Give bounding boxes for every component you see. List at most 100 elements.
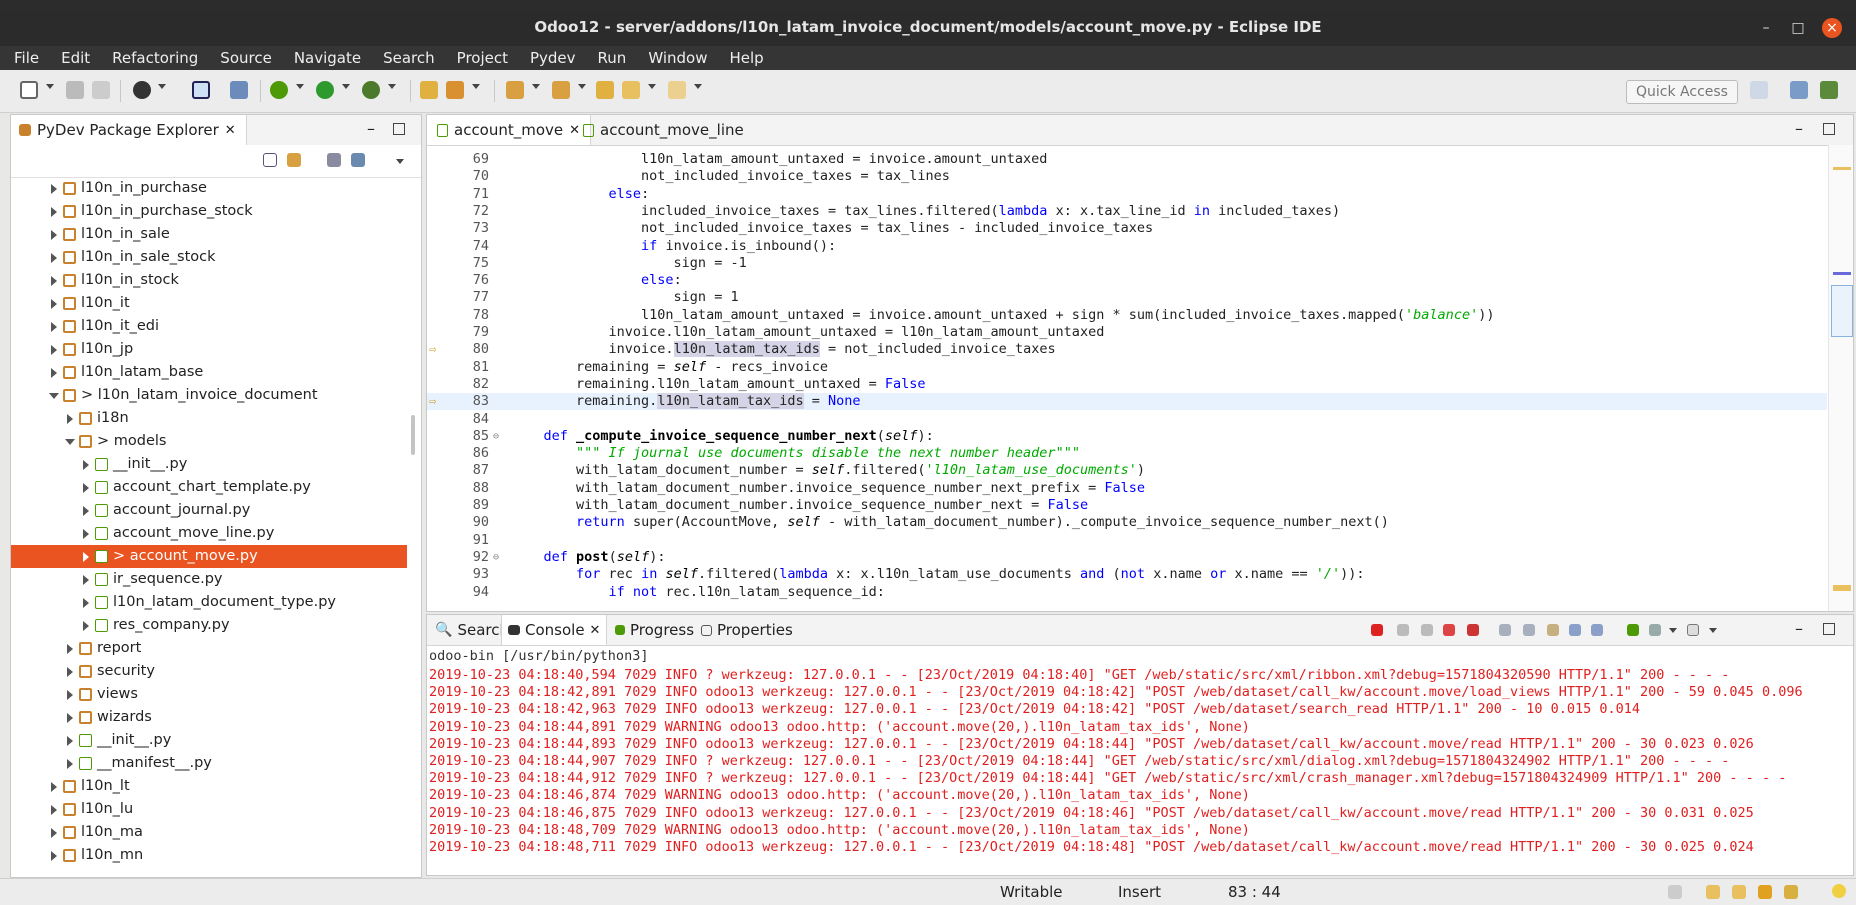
display-console-icon[interactable] — [1649, 624, 1661, 636]
console-select-icon[interactable] — [1591, 624, 1603, 636]
tree-item[interactable]: l10n_in_purchase_stock — [11, 200, 407, 223]
menu-search[interactable]: Search — [369, 49, 443, 67]
collapsed-chevron-icon[interactable] — [51, 322, 57, 332]
new-dropdown-icon[interactable] — [46, 84, 54, 89]
code-line[interactable]: 79 invoice.l10n_latam_amount_untaxed = l… — [427, 324, 1827, 341]
open-console-dropdown-icon[interactable] — [1709, 628, 1717, 633]
code-line[interactable]: 75 sign = -1 — [427, 255, 1827, 272]
terminate-icon[interactable] — [1371, 624, 1383, 636]
collapsed-chevron-icon[interactable] — [83, 460, 89, 470]
collapsed-chevron-icon[interactable] — [83, 598, 89, 608]
tree-item[interactable]: account_journal.py — [11, 499, 407, 522]
collapsed-chevron-icon[interactable] — [51, 230, 57, 240]
collapsed-chevron-icon[interactable] — [67, 414, 73, 424]
code-line[interactable]: ⇨ 80 invoice.l10n_latam_tax_ids = not_inc… — [427, 341, 1827, 358]
tree-item[interactable]: l10n_in_purchase — [11, 177, 407, 200]
show-on-output-icon[interactable] — [1547, 624, 1559, 636]
next-annotation-dropdown-icon[interactable] — [532, 84, 540, 89]
forward-dropdown-icon[interactable] — [694, 84, 702, 89]
code-line[interactable]: 88 with_latam_document_number.invoice_se… — [427, 480, 1827, 497]
code-line[interactable]: 82 remaining.l10n_latam_amount_untaxed =… — [427, 376, 1827, 393]
code-line[interactable]: 84 — [427, 411, 1827, 428]
quick-access-field[interactable]: Quick Access — [1626, 80, 1738, 104]
external-dropdown-icon[interactable] — [388, 84, 396, 89]
tree-item[interactable]: l10n_latam_document_type.py — [11, 591, 407, 614]
debug-icon[interactable] — [270, 81, 288, 99]
collapsed-chevron-icon[interactable] — [51, 805, 57, 815]
save-icon[interactable] — [66, 81, 84, 99]
back-dropdown-icon[interactable] — [648, 84, 656, 89]
code-line[interactable]: 87 with_latam_document_number = self.fil… — [427, 462, 1827, 479]
collapsed-chevron-icon[interactable] — [51, 828, 57, 838]
collapsed-chevron-icon[interactable] — [83, 529, 89, 539]
code-line[interactable]: 70 not_included_invoice_taxes = tax_line… — [427, 168, 1827, 185]
status-icon-2[interactable] — [1706, 885, 1720, 899]
word-wrap-icon[interactable] — [1523, 624, 1535, 636]
prev-annotation-dropdown-icon[interactable] — [578, 84, 586, 89]
status-icon-4[interactable] — [1758, 885, 1772, 899]
run-external-icon[interactable] — [362, 81, 380, 99]
code-line[interactable]: 81 remaining = self - recs_invoice — [427, 359, 1827, 376]
tree-item[interactable]: l10n_ma — [11, 821, 407, 844]
code-area[interactable]: 69 l10n_latam_amount_untaxed = invoice.a… — [427, 145, 1827, 609]
tab-package-explorer[interactable]: PyDev Package Explorer ✕ — [11, 115, 247, 145]
code-line[interactable]: 90 return super(AccountMove, self - with… — [427, 514, 1827, 531]
back-icon[interactable] — [622, 81, 640, 99]
code-line[interactable]: 92 ⊖ def post(self): — [427, 549, 1827, 566]
minimize-editor-icon[interactable]: – — [1795, 119, 1803, 138]
tools-dropdown-icon[interactable] — [472, 84, 480, 89]
fold-icon[interactable]: ⊖ — [493, 428, 499, 445]
link-editor-icon[interactable] — [287, 153, 301, 167]
collapsed-chevron-icon[interactable] — [67, 759, 73, 769]
collapsed-chevron-icon[interactable] — [51, 368, 57, 378]
close-tab-icon[interactable]: ✕ — [590, 623, 601, 638]
menu-project[interactable]: Project — [443, 49, 516, 67]
stop-all-icon[interactable] — [1467, 624, 1479, 636]
collapsed-chevron-icon[interactable] — [83, 552, 89, 562]
open-perspective-icon[interactable] — [1750, 81, 1768, 99]
show-on-error-icon[interactable] — [1569, 624, 1581, 636]
scroll-lock-icon[interactable] — [1499, 624, 1511, 636]
display-console-dropdown-icon[interactable] — [1669, 628, 1677, 633]
lightbulb-icon[interactable] — [1832, 884, 1846, 898]
collapsed-chevron-icon[interactable] — [83, 575, 89, 585]
code-line[interactable]: 91 — [427, 532, 1827, 549]
code-line[interactable]: 69 l10n_latam_amount_untaxed = invoice.a… — [427, 151, 1827, 168]
collapsed-chevron-icon[interactable] — [67, 644, 73, 654]
collapsed-chevron-icon[interactable] — [51, 207, 57, 217]
menu-run[interactable]: Run — [584, 49, 635, 67]
new-icon[interactable] — [20, 81, 38, 99]
tree-item[interactable]: l10n_in_sale — [11, 223, 407, 246]
menu-refactoring[interactable]: Refactoring — [98, 49, 206, 67]
tree-item[interactable]: > l10n_latam_invoice_document — [11, 384, 407, 407]
account-dropdown-icon[interactable] — [158, 84, 166, 89]
menu-file[interactable]: File — [0, 49, 47, 67]
code-line[interactable]: 86 """ If journal use documents disable … — [427, 445, 1827, 462]
last-edit-icon[interactable] — [596, 81, 614, 99]
close-tab-icon[interactable]: ✕ — [225, 123, 236, 138]
code-line[interactable]: ⇨ 83 remaining.l10n_latam_tax_ids = None — [427, 393, 1827, 411]
run-icon[interactable] — [316, 81, 334, 99]
prev-annotation-icon[interactable] — [552, 81, 570, 99]
tree-item[interactable]: res_company.py — [11, 614, 407, 637]
settings-icon[interactable] — [351, 153, 365, 167]
collapsed-chevron-icon[interactable] — [83, 621, 89, 631]
collapsed-chevron-icon[interactable] — [51, 345, 57, 355]
tree-item[interactable]: __manifest__.py — [11, 752, 407, 775]
code-line[interactable]: 89 with_latam_document_number.invoice_se… — [427, 497, 1827, 514]
forward-icon[interactable] — [668, 81, 686, 99]
console-output[interactable]: 2019-10-23 04:18:40,594 7029 INFO ? werk… — [429, 667, 1849, 856]
expanded-chevron-icon[interactable] — [65, 439, 75, 445]
code-line[interactable]: 74 if invoice.is_inbound(): — [427, 238, 1827, 255]
tree-item[interactable]: ir_sequence.py — [11, 568, 407, 591]
maximize-icon[interactable]: □ — [1788, 18, 1808, 38]
tree-item[interactable]: l10n_lt — [11, 775, 407, 798]
debug-perspective-icon[interactable] — [1820, 81, 1838, 99]
status-icon-5[interactable] — [1784, 885, 1798, 899]
tab-account-move[interactable]: account_move ✕ — [427, 115, 592, 145]
collapsed-chevron-icon[interactable] — [51, 782, 57, 792]
tree-item[interactable]: report — [11, 637, 407, 660]
tree-item[interactable]: l10n_it_edi — [11, 315, 407, 338]
tree-item[interactable]: l10n_jp — [11, 338, 407, 361]
next-annotation-icon[interactable] — [506, 81, 524, 99]
